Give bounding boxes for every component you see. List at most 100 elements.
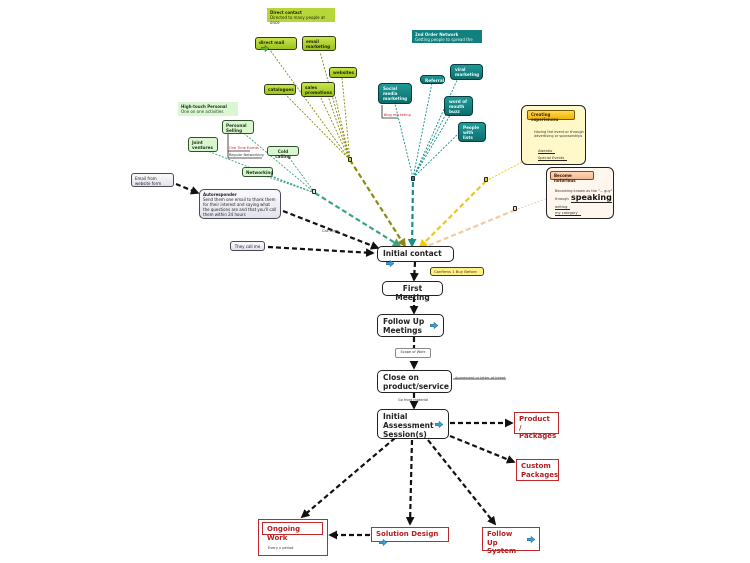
link-word-of-mouth-1 [412,109,449,179]
blue-arrow-icon[interactable] [379,539,387,546]
email-from-website-label: Email from website form [135,176,162,186]
node-custom-packages[interactable]: Custom Packages [516,459,559,481]
experiences-collapse-handle[interactable] [484,177,488,182]
blue-arrow-icon[interactable] [430,322,438,329]
direct-contact-subtitle: Directed to many people at once [270,15,325,25]
close-on-product-label: Close on product/service [383,373,449,391]
direct-contact-collapse-handle[interactable] [348,157,352,162]
notorious-collapse-handle[interactable] [513,206,517,211]
node-catalogues[interactable]: catalogues [264,84,296,95]
green-arrow-icon[interactable] [261,45,269,52]
node-initial-assessment[interactable]: Initial Assessment Session(s) [377,409,449,439]
node-personal-selling[interactable]: Personal Selling [222,120,254,134]
custom-packages-label: Custom Packages [521,462,559,479]
node-referral[interactable]: Referral [420,75,445,84]
regular-networking-label[interactable]: Regular Networking [229,153,264,157]
experiences-item-1[interactable]: Aweatio [538,149,556,154]
initial-assessment-label: Initial Assessment Session(s) [383,412,434,439]
node-solution-design[interactable]: Solution Design [371,527,449,546]
notorious-item-writing[interactable]: writing [555,205,571,210]
notorious-speaking[interactable]: speaking [571,193,612,203]
high-touch-collapse-handle[interactable] [312,189,316,194]
viral-marketing-label: viral marketing [455,67,480,77]
link-initial-to-first [409,261,419,282]
notorious-through: through [555,197,569,201]
people-with-lists-label: People with lists [463,125,480,140]
follow-up-meetings-label: Follow Up Meetings [383,317,425,335]
node-first-meeting[interactable]: First Meeting [382,281,443,302]
social-media-label: Social media marketing [383,86,408,101]
node-joint-ventures[interactable]: Joint ventures [188,137,218,152]
cold-calling-label: Cold calling [275,149,291,159]
follow-up-system-label: Follow Up System [487,530,517,555]
blog-marketing-label[interactable]: Blog marketing [384,113,411,117]
ongoing-note[interactable]: Every x period [268,546,293,550]
node-initial-contact[interactable]: Initial contact [377,246,454,267]
confirm-callout: Confirms 1 Buy Before [430,267,484,276]
become-notorious-label: Become notorious [554,173,576,183]
catalogues-label: catalogues [268,87,294,92]
node-viral-marketing[interactable]: viral marketing [450,64,483,80]
node-creating-experiences[interactable]: Creating experiences [527,110,575,122]
link-assessment-to-followup-system [427,439,497,526]
node-word-of-mouth[interactable]: word of mouth buzz [444,96,473,116]
link-websites [341,77,351,161]
link-referral [412,82,433,179]
node-they-call-me[interactable]: They call me [230,241,265,251]
link-personal-selling [239,129,316,194]
node-sales-promotions[interactable]: sales promotions [301,82,335,97]
node-websites[interactable]: websites [329,67,357,78]
link-experiences-thin [485,161,523,182]
mind-map-canvas: Direct contact Directed to many people a… [0,0,750,563]
email-marketing-label: email marketing [306,39,331,49]
connector-layer [175,49,575,553]
link-assessment-to-solution [405,439,415,526]
node-autoresponder[interactable]: Autoresponder Send them one email to tha… [199,189,281,219]
second-order-callout: 2nd Order Network Getting people to spre… [412,30,482,47]
node-close-on-product[interactable]: Close on product/service [377,370,452,393]
product-packages-label: Product / Packages [519,415,557,440]
notorious-item-category[interactable]: my category [555,211,581,216]
referral-label: Referral [425,78,445,83]
networking-label: Networking [246,170,274,175]
link-assessment-to-ongoing [300,437,396,519]
creating-experiences-label: Creating experiences [531,112,559,122]
joint-ventures-label: Joint ventures [192,140,213,150]
personal-selling-label: Personal Selling [226,123,247,133]
node-become-notorious[interactable]: Become notorious [550,171,594,183]
link-they-call-to-initial [267,245,375,257]
node-people-with-lists[interactable]: People with lists [458,122,486,142]
link-assessment-to-custom [449,434,516,464]
node-follow-up-meetings[interactable]: Follow Up Meetings [377,314,444,337]
second-order-subtitle: Getting people to spread the word [415,37,473,47]
node-email-marketing[interactable]: email marketing [302,36,336,51]
node-direct-mail[interactable]: direct mail [255,37,297,52]
agreement-label[interactable]: Agreement or letter of intent [455,376,506,380]
node-social-media[interactable]: Social media marketing [378,83,412,104]
node-ongoing-work[interactable]: Ongoing Work [262,522,323,542]
word-of-mouth-label: word of mouth buzz [449,99,467,114]
node-networking[interactable]: Networking [242,167,273,177]
node-follow-up-system[interactable]: Follow Up System [482,527,540,555]
scope-of-work-label[interactable]: Scope of Work [395,348,431,358]
link-second-order-to-initial [407,181,417,248]
node-cold-calling[interactable]: Cold calling [267,146,299,159]
experiences-text: Having the event or through advertising … [534,130,584,138]
link-notorious-thin [517,197,549,210]
autoresponder-text: Send them one email to thank them for th… [203,197,277,217]
call-them-label: Call them [322,229,339,233]
blue-arrow-icon[interactable] [527,536,535,543]
link-high-touch-to-initial [314,192,402,247]
blue-arrow-icon[interactable] [435,421,443,428]
second-order-collapse-handle[interactable] [411,176,415,181]
direct-contact-callout: Direct contact Directed to many people a… [267,8,335,25]
node-email-from-website[interactable]: Email from website form [131,173,174,187]
one-time-events-label[interactable]: One Time Events [229,146,259,150]
experiences-item-2[interactable]: Special Events [538,156,568,161]
sales-promotions-label: sales promotions [305,85,332,95]
blue-arrow-icon[interactable] [386,259,394,267]
link-email-to-autoresponder [175,182,200,195]
first-meeting-label: First Meeting [395,284,430,302]
node-product-packages[interactable]: Product / Packages [514,412,559,440]
link-experiences-to-initial [418,180,487,249]
